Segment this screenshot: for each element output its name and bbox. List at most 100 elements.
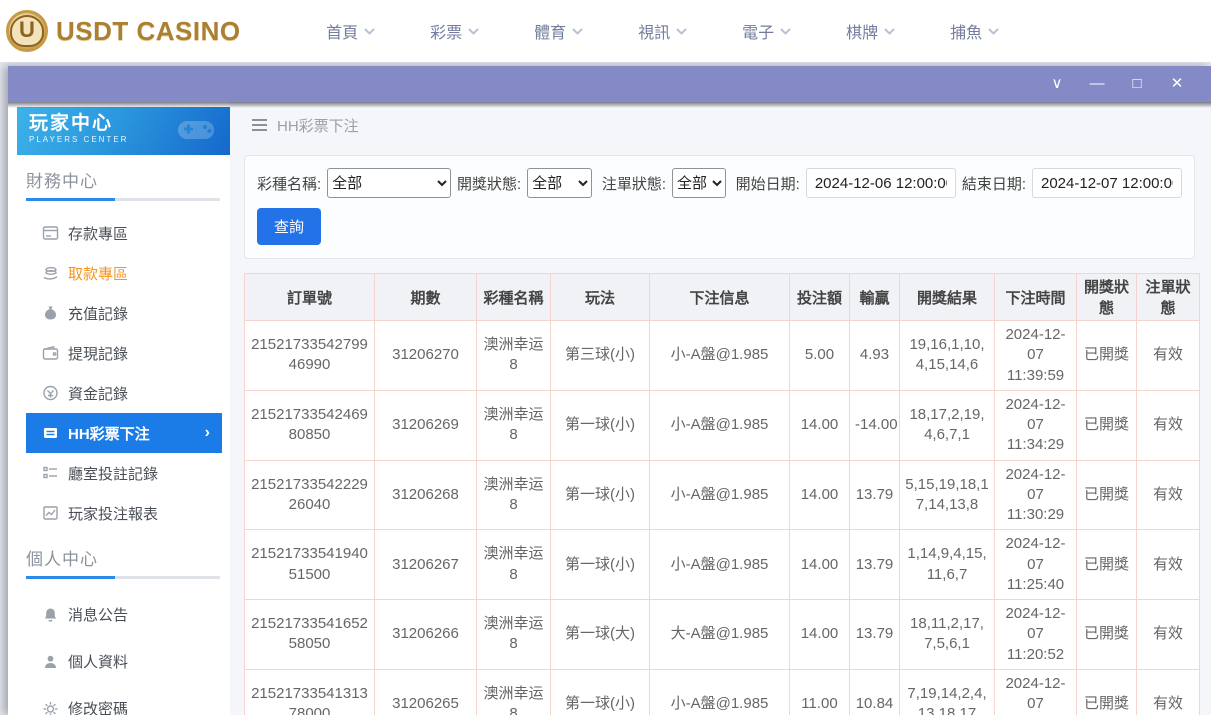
site-topbar: U USDT CASINO 首頁 彩票 體育 視訊 電子 bbox=[0, 0, 1211, 62]
table-cell: 澳洲幸运8 bbox=[477, 460, 551, 530]
order-status-select[interactable]: 全部 bbox=[672, 168, 726, 198]
nav-item-sports[interactable]: 體育 bbox=[507, 19, 611, 43]
table-cell: 2152173354246980850 bbox=[245, 390, 375, 460]
chevron-down-icon bbox=[988, 28, 999, 35]
window-minimize-icon[interactable]: — bbox=[1077, 66, 1117, 102]
table-cell: 11.00 bbox=[790, 669, 850, 715]
breadcrumb: HH彩票下注 bbox=[230, 102, 1211, 148]
chevron-down-icon bbox=[468, 28, 479, 35]
table-cell: 澳洲幸运8 bbox=[477, 600, 551, 670]
sidebar-item-hh-lottery-bets[interactable]: HH彩票下注 › bbox=[26, 413, 222, 453]
nav-item-label: 首頁 bbox=[326, 19, 358, 43]
table-cell: 31206270 bbox=[375, 321, 477, 391]
sidebar-item-room-bet-record[interactable]: 廳室投註記錄 bbox=[26, 453, 222, 493]
main-nav: 首頁 彩票 體育 視訊 電子 棋牌 bbox=[299, 19, 1027, 43]
window-body: 玩家中心 PLAYERS CENTER 財務中心 存款專區 bbox=[8, 102, 1211, 715]
sidebar-item-label: 提現記錄 bbox=[68, 343, 128, 364]
section-divider bbox=[26, 198, 220, 201]
window-close-icon[interactable]: ✕ bbox=[1157, 66, 1197, 102]
table-cell: 澳洲幸运8 bbox=[477, 530, 551, 600]
moneybag-icon bbox=[42, 305, 59, 322]
chevron-down-icon bbox=[676, 28, 687, 35]
nav-item-label: 電子 bbox=[742, 19, 774, 43]
deposit-card-icon bbox=[42, 225, 59, 242]
sidebar-item-announcements[interactable]: 消息公告 bbox=[26, 591, 222, 638]
table-cell: 5.00 bbox=[790, 321, 850, 391]
sidebar-item-label: 玩家投注報表 bbox=[68, 503, 158, 524]
table-cell: 第一球(大) bbox=[551, 600, 650, 670]
table-cell: 18,11,2,17,7,5,6,1 bbox=[900, 600, 995, 670]
sidebar-item-withdraw[interactable]: 取款專區 bbox=[26, 253, 222, 293]
table-cell: 第一球(小) bbox=[551, 669, 650, 715]
nav-item-lottery[interactable]: 彩票 bbox=[403, 19, 507, 43]
nav-item-slots[interactable]: 電子 bbox=[715, 19, 819, 43]
table-cell: 2024-12-07 11:25:40 bbox=[995, 530, 1077, 600]
section-divider bbox=[26, 576, 220, 579]
nav-item-cards[interactable]: 棋牌 bbox=[819, 19, 923, 43]
table-cell: 18,17,2,19,4,6,7,1 bbox=[900, 390, 995, 460]
gear-icon bbox=[42, 700, 59, 715]
sidebar-item-label: HH彩票下注 bbox=[68, 423, 150, 444]
window-maximize-icon[interactable]: □ bbox=[1117, 66, 1157, 102]
table-cell: 13.79 bbox=[850, 530, 900, 600]
table-cell: 13.79 bbox=[850, 600, 900, 670]
column-header-draw-result: 開獎結果 bbox=[900, 274, 995, 321]
nav-item-label: 視訊 bbox=[638, 19, 670, 43]
nav-item-live[interactable]: 視訊 bbox=[611, 19, 715, 43]
table-cell: -14.00 bbox=[850, 390, 900, 460]
sidebar-item-change-password[interactable]: 修改密碼 bbox=[26, 685, 222, 715]
table-cell: 已開獎 bbox=[1077, 460, 1137, 530]
bell-icon bbox=[42, 606, 59, 623]
table-cell: 14.00 bbox=[790, 390, 850, 460]
table-cell: 小-A盤@1.985 bbox=[650, 530, 790, 600]
table-cell: 第一球(小) bbox=[551, 530, 650, 600]
nav-item-label: 彩票 bbox=[430, 19, 462, 43]
section-title-personal: 個人中心 bbox=[26, 545, 220, 570]
table-cell: 2152173354279946990 bbox=[245, 321, 375, 391]
column-header-order-no: 訂單號 bbox=[245, 274, 375, 321]
sidebar-item-label: 修改密碼 bbox=[68, 698, 128, 715]
column-header-bet-amount: 投注額 bbox=[790, 274, 850, 321]
personal-menu: 消息公告 個人資料 修改密碼 bbox=[8, 591, 230, 715]
brand-logo[interactable]: U USDT CASINO bbox=[0, 10, 241, 52]
sidebar-item-fund-record[interactable]: 資金記錄 bbox=[26, 373, 222, 413]
end-date-label: 結束日期: bbox=[962, 173, 1026, 194]
nav-item-fishing[interactable]: 捕魚 bbox=[923, 19, 1027, 43]
sidebar-item-profile[interactable]: 個人資料 bbox=[26, 638, 222, 685]
withdraw-hand-icon bbox=[42, 265, 59, 282]
sidebar-item-player-bet-report[interactable]: 玩家投注報表 bbox=[26, 493, 222, 533]
table-cell: 2024-12-07 11:30:29 bbox=[995, 460, 1077, 530]
lottery-name-select[interactable]: 全部 bbox=[327, 168, 451, 198]
table-row: 215217335424698085031206269澳洲幸运8第一球(小)小-… bbox=[245, 390, 1200, 460]
sidebar-item-recharge-record[interactable]: 充值記錄 bbox=[26, 293, 222, 333]
sidebar-item-deposit[interactable]: 存款專區 bbox=[26, 213, 222, 253]
table-cell: 10.84 bbox=[850, 669, 900, 715]
table-cell: 有效 bbox=[1137, 530, 1200, 600]
table-cell: 已開獎 bbox=[1077, 530, 1137, 600]
table-cell: 第三球(小) bbox=[551, 321, 650, 391]
table-row: 215217335413137800031206265澳洲幸运8第一球(小)小-… bbox=[245, 669, 1200, 715]
order-status-label: 注單狀態: bbox=[602, 173, 666, 194]
table-cell: 澳洲幸运8 bbox=[477, 321, 551, 391]
chevron-down-icon bbox=[884, 28, 895, 35]
chevron-down-icon bbox=[364, 28, 375, 35]
bets-table: 訂單號 期數 彩種名稱 玩法 下注信息 投注額 輸贏 開獎結果 下注時間 開獎狀… bbox=[244, 273, 1195, 715]
gamepad-icon bbox=[174, 115, 218, 145]
start-date-input[interactable] bbox=[806, 168, 956, 198]
wallet-icon bbox=[42, 345, 59, 362]
draw-status-label: 開獎狀態: bbox=[457, 173, 521, 194]
nav-item-home[interactable]: 首頁 bbox=[299, 19, 403, 43]
hamburger-icon[interactable] bbox=[252, 119, 267, 131]
table-cell: 已開獎 bbox=[1077, 669, 1137, 715]
table-cell: 已開獎 bbox=[1077, 390, 1137, 460]
sidebar-item-withdraw-record[interactable]: 提現記錄 bbox=[26, 333, 222, 373]
window-collapse-icon[interactable]: ∨ bbox=[1037, 66, 1077, 102]
sidebar-item-label: 廳室投註記錄 bbox=[68, 463, 158, 484]
sidebar-item-label: 個人資料 bbox=[68, 651, 128, 672]
draw-status-select[interactable]: 全部 bbox=[527, 168, 592, 198]
end-date-input[interactable] bbox=[1032, 168, 1182, 198]
brand-name: USDT CASINO bbox=[56, 16, 241, 47]
table-cell: 有效 bbox=[1137, 669, 1200, 715]
query-button[interactable]: 查詢 bbox=[257, 208, 321, 245]
table-row: 215217335427994699031206270澳洲幸运8第三球(小)小-… bbox=[245, 321, 1200, 391]
